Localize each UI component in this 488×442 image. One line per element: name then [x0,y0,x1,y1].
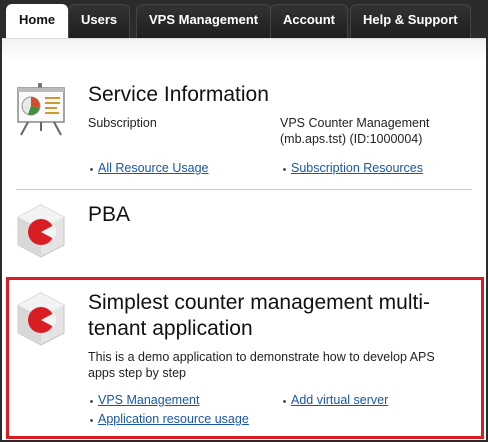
tab-account[interactable]: Account [270,4,348,38]
parallels-cube-icon [16,203,66,259]
bullet [283,168,286,171]
tab-users[interactable]: Users [68,4,131,38]
tab-help-support[interactable]: Help & Support [350,4,471,38]
subscription-value-line2: (mb.aps.tst) (ID:1000004) [280,132,423,146]
presentation-chart-icon [16,81,66,137]
tab-vps-management[interactable]: VPS Management [136,4,272,38]
service-information-title: Service Information [88,83,269,106]
home-panel: Service Information Subscription VPS Cou… [2,38,486,440]
bullet [90,168,93,171]
subscription-resources-link[interactable]: Subscription Resources [291,161,423,175]
tab-bar: Home Users VPS Management Account Help &… [0,0,488,38]
subscription-label: Subscription [88,116,157,130]
section-divider [16,189,472,190]
subscription-value-line1: VPS Counter Management [280,116,430,130]
all-resource-usage-link[interactable]: All Resource Usage [98,161,208,175]
tab-home[interactable]: Home [6,4,69,38]
highlight-frame [6,277,484,439]
pba-title: PBA [88,203,131,226]
